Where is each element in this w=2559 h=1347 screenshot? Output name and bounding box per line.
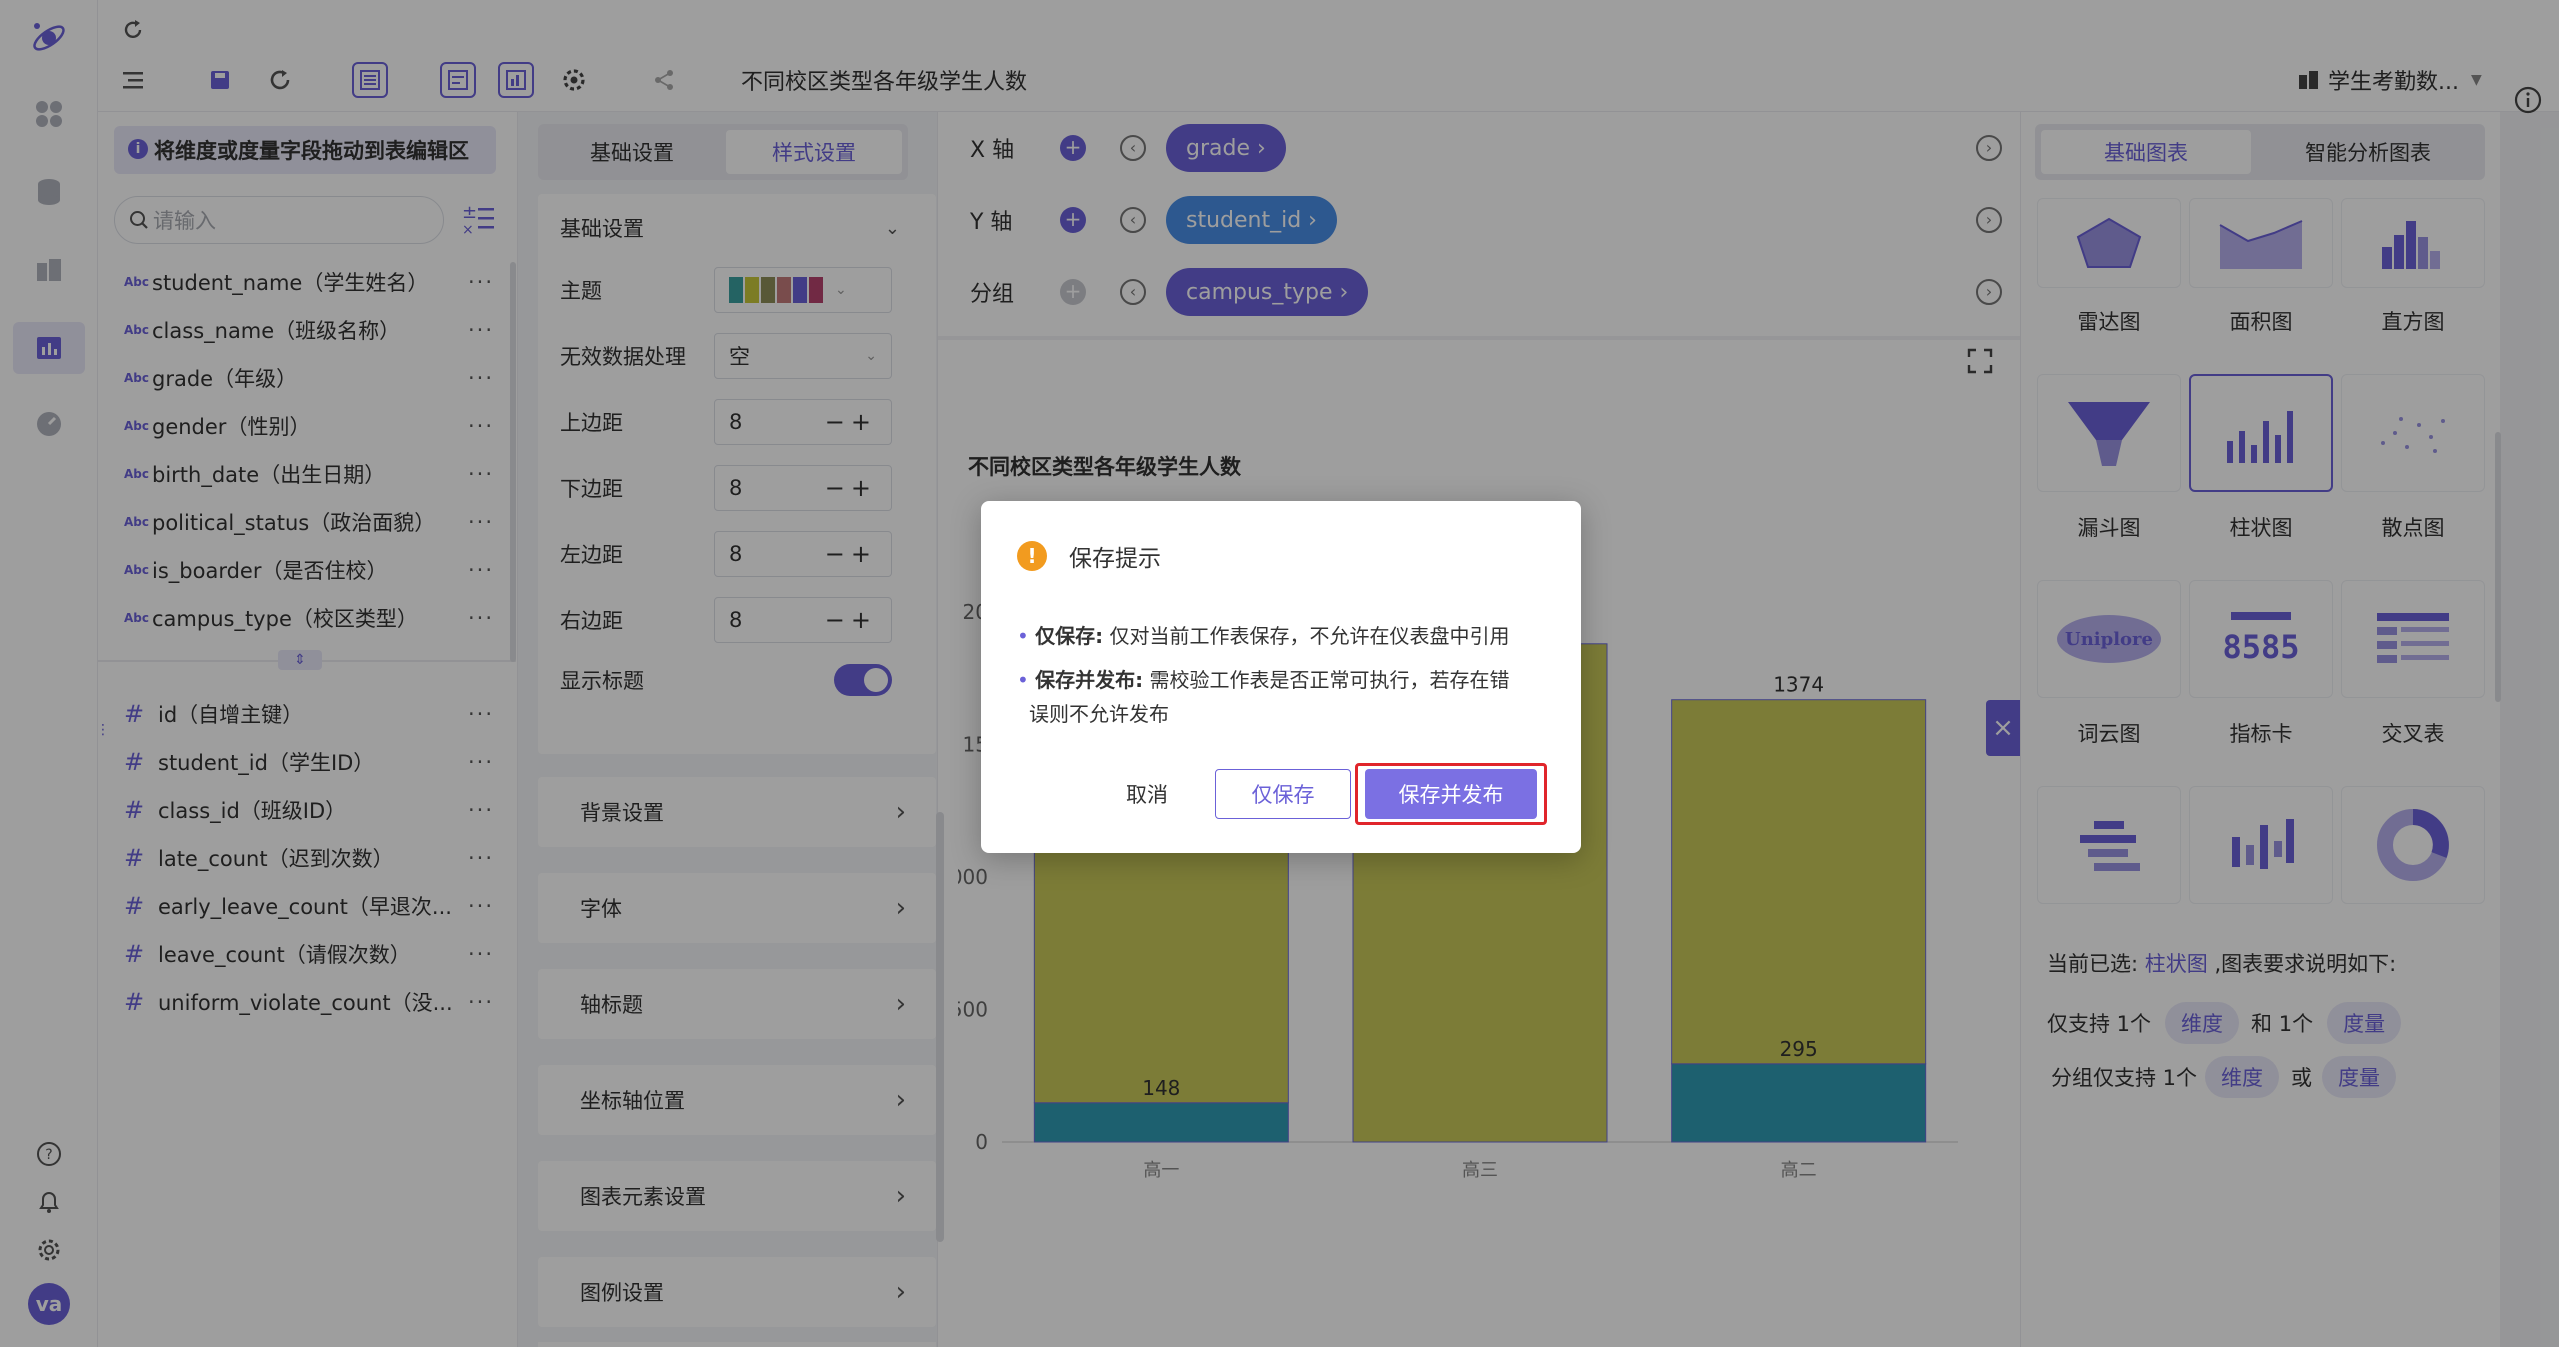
save-only-text: 仅对当前工作表保存，不允许在仪表盘中引用	[1109, 624, 1510, 648]
save-publish-text-2: 误则不允许发布	[1029, 702, 1169, 726]
save-publish-button[interactable]: 保存并发布	[1365, 769, 1537, 819]
save-only-button[interactable]: 仅保存	[1215, 769, 1351, 819]
dialog-title: 保存提示	[1069, 546, 1161, 572]
save-publish-label: 保存并发布:	[1035, 668, 1144, 692]
warning-icon: !	[1017, 541, 1047, 571]
cancel-button[interactable]: 取消	[1081, 769, 1213, 819]
save-publish-desc: • 保存并发布: 需校验工作表是否正常可执行，若存在错	[1017, 668, 1510, 692]
save-dialog: ! 保存提示 • 仅保存: 仅对当前工作表保存，不允许在仪表盘中引用 • 保存并…	[981, 501, 1581, 853]
save-only-label: 仅保存:	[1035, 624, 1104, 648]
save-only-desc: • 仅保存: 仅对当前工作表保存，不允许在仪表盘中引用	[1017, 624, 1510, 648]
dialog-body: • 仅保存: 仅对当前工作表保存，不允许在仪表盘中引用 • 保存并发布: 需校验…	[1017, 619, 1510, 731]
save-publish-text: 需校验工作表是否正常可执行，若存在错	[1149, 668, 1510, 692]
dialog-header: ! 保存提示	[1017, 539, 1161, 573]
